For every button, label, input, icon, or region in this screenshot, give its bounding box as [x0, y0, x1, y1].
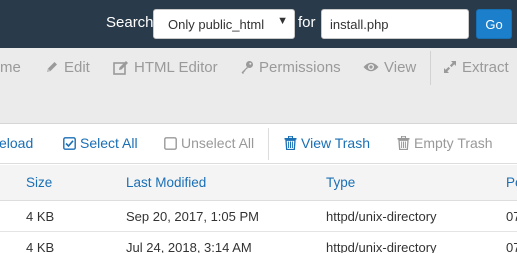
table-header: Size Last Modified Type Pe — [0, 165, 517, 201]
empty-trash-button[interactable]: Empty Trash — [397, 133, 493, 153]
key-icon — [240, 60, 254, 74]
rename-label: me — [0, 58, 21, 76]
trash-icon — [284, 136, 297, 150]
reload-button[interactable]: eload — [0, 133, 33, 153]
search-scope-value: Only public_html — [168, 17, 265, 32]
extract-label: Extract — [462, 58, 509, 76]
extract-button[interactable]: Extract — [443, 57, 509, 77]
search-scope-select[interactable]: Only public_html ▼ — [153, 9, 295, 39]
eye-icon — [363, 61, 379, 73]
caret-down-icon: ▼ — [277, 15, 288, 27]
permissions-label: Permissions — [259, 58, 341, 76]
reload-label: eload — [0, 135, 34, 151]
search-input[interactable] — [321, 9, 469, 39]
action-bar: eload Select All Unselect All View Trash — [0, 124, 517, 164]
expand-icon — [443, 60, 457, 74]
edit-label: Edit — [64, 58, 90, 76]
empty-box-icon — [164, 136, 177, 150]
column-header-permissions[interactable]: Pe — [506, 175, 517, 190]
file-manager-page: Search Only public_html ▼ for Go me Edit… — [0, 0, 517, 253]
select-all-label: Select All — [80, 135, 138, 151]
rename-button[interactable]: me — [0, 57, 21, 77]
table-row[interactable]: 4 KB Sep 20, 2017, 1:05 PM httpd/unix-di… — [0, 201, 517, 232]
pencil-icon — [45, 60, 59, 74]
permissions-button[interactable]: Permissions — [240, 57, 341, 77]
select-all-button[interactable]: Select All — [63, 133, 138, 153]
view-trash-button[interactable]: View Trash — [284, 133, 370, 153]
unselect-all-button[interactable]: Unselect All — [164, 133, 254, 153]
checked-box-icon — [63, 136, 76, 150]
cell-last-modified: Sep 20, 2017, 1:05 PM — [126, 209, 259, 224]
search-bar: Search Only public_html ▼ for Go — [0, 0, 517, 48]
table-row[interactable]: 4 KB Jul 24, 2018, 3:14 AM httpd/unix-di… — [0, 232, 517, 253]
edit-button[interactable]: Edit — [45, 57, 90, 77]
cell-type: httpd/unix-directory — [326, 240, 437, 253]
search-label: Search — [106, 14, 154, 31]
cell-type: httpd/unix-directory — [326, 209, 437, 224]
cell-size: 4 KB — [26, 240, 55, 253]
html-editor-button[interactable]: HTML Editor — [113, 57, 218, 77]
view-button[interactable]: View — [363, 57, 416, 77]
column-header-type[interactable]: Type — [326, 175, 355, 190]
unselect-all-label: Unselect All — [181, 135, 255, 151]
trash-icon — [397, 136, 410, 150]
toolbar-divider — [430, 51, 431, 85]
column-header-last-modified[interactable]: Last Modified — [126, 175, 206, 190]
html-editor-label: HTML Editor — [134, 58, 218, 76]
edit-square-icon — [113, 60, 129, 75]
for-label: for — [298, 14, 316, 31]
toolbar: me Edit HTML Editor Permissions View Ext… — [0, 48, 517, 124]
action-divider — [268, 128, 269, 160]
cell-last-modified: Jul 24, 2018, 3:14 AM — [126, 240, 252, 253]
cell-size: 4 KB — [26, 209, 55, 224]
go-button[interactable]: Go — [476, 9, 512, 39]
view-label: View — [384, 58, 417, 76]
column-header-size[interactable]: Size — [26, 175, 52, 190]
empty-trash-label: Empty Trash — [414, 135, 493, 151]
cell-permissions: 07 — [506, 240, 517, 253]
view-trash-label: View Trash — [301, 135, 370, 151]
cell-permissions: 07 — [506, 209, 517, 224]
